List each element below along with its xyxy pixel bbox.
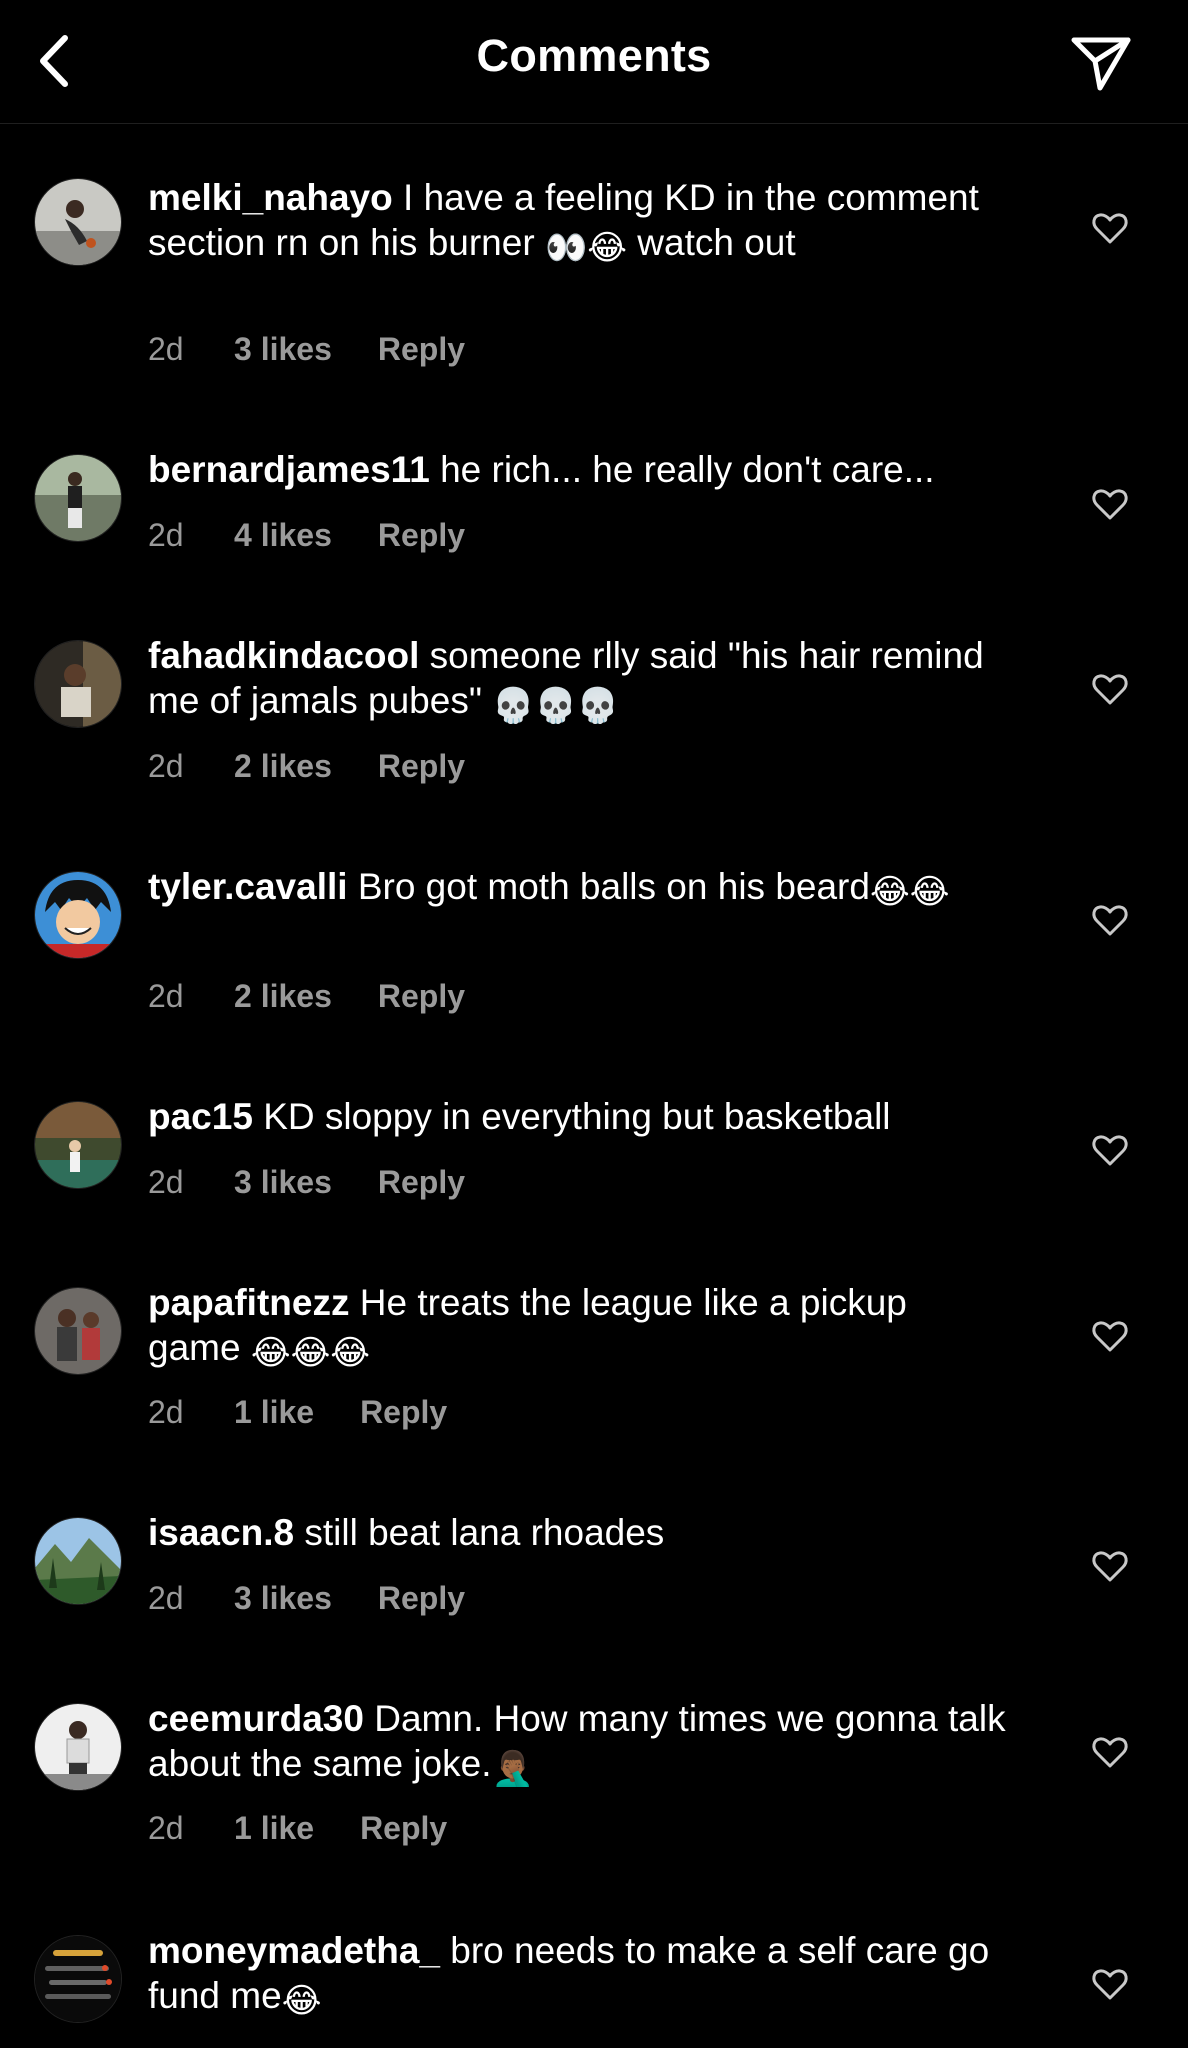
avatar-image <box>35 1102 121 1188</box>
heart-icon[interactable] <box>1091 901 1129 939</box>
reply-button[interactable]: Reply <box>360 1810 447 1847</box>
comment-time: 2d <box>148 1580 184 1616</box>
heart-icon[interactable] <box>1091 485 1129 523</box>
comment-username[interactable]: papafitnezz <box>148 1282 349 1323</box>
comment-username[interactable]: fahadkindacool <box>148 635 419 676</box>
comment-emoji: 😂 <box>281 1982 322 2020</box>
comment-text: tyler.cavalli Bro got moth balls on his … <box>148 864 1008 909</box>
comment-username[interactable]: melki_nahayo <box>148 177 393 218</box>
comment-emoji: 👀😂 <box>544 229 628 267</box>
heart-icon[interactable] <box>1091 209 1129 247</box>
comment-text: bernardjames11 he rich... he really don'… <box>148 447 1008 492</box>
comment-username[interactable]: ceemurda30 <box>148 1698 364 1739</box>
avatar[interactable] <box>34 454 122 542</box>
reply-button[interactable]: Reply <box>378 748 465 785</box>
avatar[interactable] <box>34 1287 122 1375</box>
avatar[interactable] <box>34 640 122 728</box>
comment-username[interactable]: pac15 <box>148 1096 253 1137</box>
comment-username[interactable]: bernardjames11 <box>148 449 430 490</box>
comment-text: ceemurda30 Damn. How many times we gonna… <box>148 1696 1008 1786</box>
comment-text: papafitnezz He treats the league like a … <box>148 1280 1008 1370</box>
comment-username[interactable]: moneymadetha_ <box>148 1930 440 1971</box>
comment-body: Bro got moth balls on his beard <box>357 866 870 907</box>
comment-likes[interactable]: 4 likes <box>234 517 332 554</box>
comment-meta: 2d 1 like Reply <box>148 1394 447 1431</box>
heart-icon[interactable] <box>1091 670 1129 708</box>
comment-text: pac15 KD sloppy in everything but basket… <box>148 1094 1008 1139</box>
avatar-image <box>35 872 121 958</box>
comment-body: still beat lana rhoades <box>304 1512 665 1553</box>
comment-meta: 2d 3 likes Reply <box>148 331 465 368</box>
paper-plane-icon <box>1071 37 1131 91</box>
comment-emoji: 🤦🏾‍♂️ <box>491 1750 534 1788</box>
comment-time: 2d <box>148 1164 184 1200</box>
comment-time: 2d <box>148 517 184 553</box>
avatar-image <box>35 179 121 265</box>
avatar-image <box>35 1936 121 2022</box>
comment-time: 2d <box>148 748 184 784</box>
comment-meta: 2d 1 like Reply <box>148 1810 447 1847</box>
reply-button[interactable]: Reply <box>378 517 465 554</box>
heart-icon[interactable] <box>1091 1131 1129 1169</box>
avatar-image <box>35 1518 121 1604</box>
heart-icon[interactable] <box>1091 1965 1129 2003</box>
comment-likes[interactable]: 1 like <box>234 1810 314 1847</box>
comment-meta: 2d 2 likes Reply <box>148 748 465 785</box>
comment-time: 2d <box>148 331 184 367</box>
avatar[interactable] <box>34 1703 122 1791</box>
heart-icon[interactable] <box>1091 1547 1129 1585</box>
comment-likes[interactable]: 3 likes <box>234 1164 332 1201</box>
comment-text: fahadkindacool someone rlly said "his ha… <box>148 633 1008 723</box>
comment-time: 2d <box>148 978 184 1014</box>
avatar[interactable] <box>34 1517 122 1605</box>
reply-button[interactable]: Reply <box>360 1394 447 1431</box>
comment-meta: 2d 3 likes Reply <box>148 1164 465 1201</box>
avatar[interactable] <box>34 1101 122 1189</box>
comment-time: 2d <box>148 1810 184 1846</box>
comment-emoji: 💀💀💀 <box>492 687 620 725</box>
reply-button[interactable]: Reply <box>378 1580 465 1617</box>
reply-button[interactable]: Reply <box>378 1164 465 1201</box>
reply-button[interactable]: Reply <box>378 978 465 1015</box>
comment-text: melki_nahayo I have a feeling KD in the … <box>148 175 1008 265</box>
comment-meta: 2d 4 likes Reply <box>148 517 465 554</box>
comment-body: watch out <box>637 222 796 263</box>
avatar-image <box>35 1704 121 1790</box>
comment-likes[interactable]: 3 likes <box>234 331 332 368</box>
reply-button[interactable]: Reply <box>378 331 465 368</box>
heart-icon[interactable] <box>1091 1317 1129 1355</box>
comment-meta: 2d 2 likes Reply <box>148 978 465 1015</box>
avatar-image <box>35 1288 121 1374</box>
comment-likes[interactable]: 2 likes <box>234 978 332 1015</box>
comment-emoji: 😂😂 <box>869 873 950 911</box>
comment-likes[interactable]: 3 likes <box>234 1580 332 1617</box>
comment-username[interactable]: tyler.cavalli <box>148 866 348 907</box>
comment-likes[interactable]: 2 likes <box>234 748 332 785</box>
avatar[interactable] <box>34 871 122 959</box>
comment-likes[interactable]: 1 like <box>234 1394 314 1431</box>
comment-body: KD sloppy in everything but basketball <box>263 1096 891 1137</box>
header-bar: Comments <box>0 0 1188 124</box>
share-button[interactable] <box>1066 28 1136 98</box>
comment-text: moneymadetha_ bro needs to make a self c… <box>148 1928 1008 2018</box>
avatar[interactable] <box>34 1935 122 2023</box>
comment-body: he rich... he really don't care... <box>440 449 935 490</box>
avatar-image <box>35 455 121 541</box>
comment-meta: 2d 3 likes Reply <box>148 1580 465 1617</box>
comment-emoji: 😂😂😂 <box>250 1334 371 1372</box>
avatar-image <box>35 641 121 727</box>
comment-username[interactable]: isaacn.8 <box>148 1512 294 1553</box>
heart-icon[interactable] <box>1091 1733 1129 1771</box>
avatar[interactable] <box>34 178 122 266</box>
page-title: Comments <box>476 30 712 81</box>
comment-text: isaacn.8 still beat lana rhoades <box>148 1510 1008 1555</box>
comment-time: 2d <box>148 1394 184 1430</box>
